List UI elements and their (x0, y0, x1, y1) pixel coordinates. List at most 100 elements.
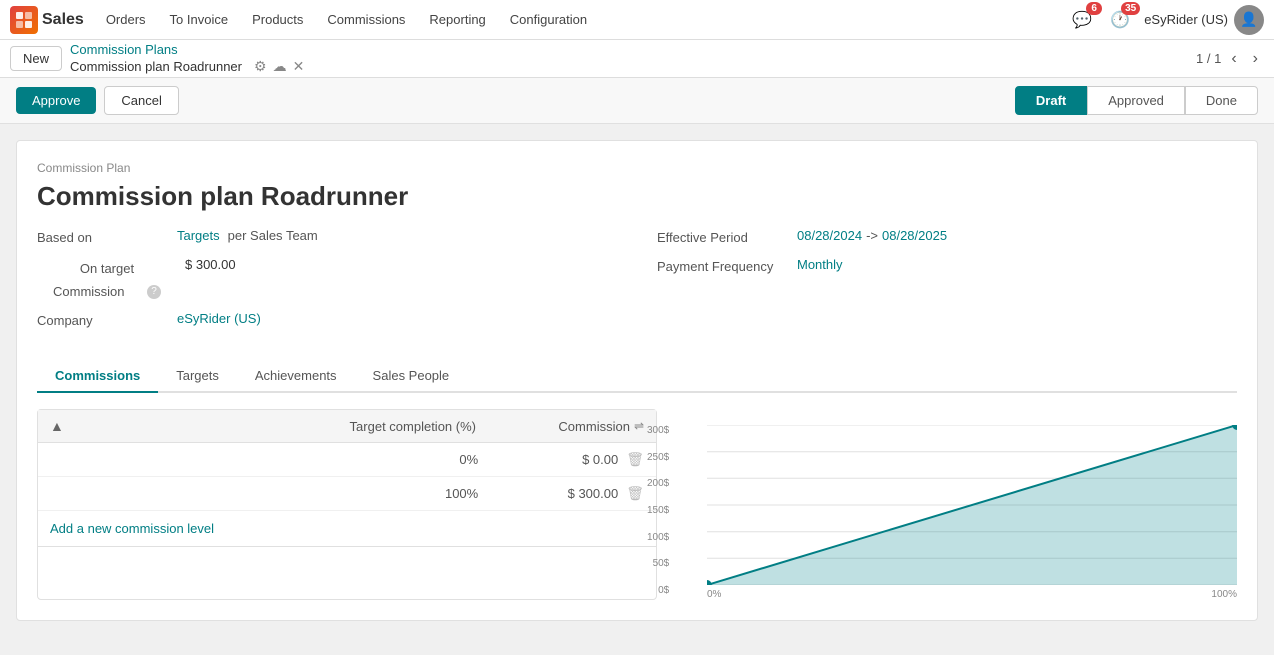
on-target-commission-field: On target Commission? $ 300.00 (37, 257, 617, 299)
payment-freq-label: Payment Frequency (657, 257, 797, 274)
section-label: Commission Plan (37, 161, 1237, 175)
tab-content: ▲ Target completion (%) Commission ⇌ 0% … (37, 393, 1237, 600)
form-grid: Based on Targets per Sales Team On targe… (37, 228, 1237, 340)
next-page-button[interactable]: › (1247, 48, 1264, 70)
based-on-value[interactable]: Targets (177, 228, 220, 243)
col-target-header: Target completion (%) (72, 419, 516, 434)
form-left: Based on Targets per Sales Team On targe… (37, 228, 617, 340)
arrow: -> (866, 228, 878, 243)
on-target-label: On target (80, 259, 134, 276)
nav-orders[interactable]: Orders (96, 8, 156, 31)
table-row: 0% $ 0.00 🗑 (38, 443, 656, 477)
nav-configuration[interactable]: Configuration (500, 8, 597, 31)
plan-title: Commission plan Roadrunner (37, 181, 1237, 212)
nav-products[interactable]: Products (242, 8, 313, 31)
x-label-0: 0% (707, 589, 721, 600)
tabs: Commissions Targets Achievements Sales P… (37, 360, 1237, 393)
chart-x-labels: 0% 100% (707, 589, 1237, 600)
tab-commissions[interactable]: Commissions (37, 360, 158, 393)
effective-end[interactable]: 08/28/2025 (882, 228, 947, 243)
company-value[interactable]: eSyRider (US) (177, 311, 261, 326)
user-menu[interactable]: eSyRider (US) 👤 (1144, 5, 1264, 35)
app-logo[interactable]: Sales (10, 6, 84, 34)
row-0-pct: 0% (50, 452, 518, 467)
nav-to-invoice[interactable]: To Invoice (160, 8, 239, 31)
tab-targets[interactable]: Targets (158, 360, 237, 393)
row-1-pct: 100% (50, 486, 518, 501)
row-0-commission: $ 0.00 (518, 452, 618, 467)
commission-sub-label: Commission (53, 284, 143, 299)
effective-period-field: Effective Period 08/28/2024 -> 08/28/202… (657, 228, 1237, 245)
status-approved[interactable]: Approved (1087, 86, 1185, 115)
sort-icon[interactable]: ⇌ (634, 419, 644, 433)
on-target-label-wrap: On target Commission? (37, 257, 177, 299)
close-icon[interactable]: ✕ (293, 58, 305, 75)
prev-page-button[interactable]: ‹ (1225, 48, 1242, 70)
effective-start[interactable]: 08/28/2024 (797, 228, 862, 243)
chart-y-labels: 0$ 50$ 100$ 150$ 200$ 250$ 300$ (647, 425, 669, 600)
y-label-150: 150$ (647, 505, 669, 516)
form-right: Effective Period 08/28/2024 -> 08/28/202… (657, 228, 1237, 340)
y-label-0: 0$ (647, 585, 669, 596)
based-on-field: Based on Targets per Sales Team (37, 228, 617, 245)
page-info: 1 / 1 (1196, 51, 1221, 66)
table-header: ▲ Target completion (%) Commission ⇌ (38, 410, 656, 443)
help-icon[interactable]: ? (147, 285, 161, 299)
breadcrumb-actions: ⚙ ☁ ✕ (254, 58, 304, 75)
col-commission-header: Commission ⇌ (524, 419, 644, 434)
company-label: Company (37, 311, 177, 328)
top-nav: Sales Orders To Invoice Products Commiss… (0, 0, 1274, 40)
breadcrumb-current: Commission plan Roadrunner (70, 59, 242, 74)
app-name: Sales (42, 11, 84, 29)
logo-icon (10, 6, 38, 34)
row-1-delete[interactable]: 🗑 (626, 485, 644, 502)
message-count: 6 (1086, 2, 1102, 15)
table-row: 100% $ 300.00 🗑 (38, 477, 656, 511)
activity-count: 35 (1121, 2, 1140, 15)
message-notification[interactable]: 💬 6 (1068, 6, 1096, 34)
main-content: Commission Plan Commission plan Roadrunn… (16, 140, 1258, 621)
new-button[interactable]: New (10, 46, 62, 71)
breadcrumb-bar: New Commission Plans Commission plan Roa… (0, 40, 1274, 78)
commissions-table: ▲ Target completion (%) Commission ⇌ 0% … (37, 409, 657, 600)
y-label-300: 300$ (647, 425, 669, 436)
nav-commissions[interactable]: Commissions (317, 8, 415, 31)
status-draft[interactable]: Draft (1015, 86, 1087, 115)
add-commission-level-link[interactable]: Add a new commission level (38, 511, 656, 546)
chart-section: 0$ 50$ 100$ 150$ 200$ 250$ 300$ (677, 409, 1237, 600)
activity-notification[interactable]: 🕐 35 (1106, 6, 1134, 34)
y-label-200: 200$ (647, 478, 669, 489)
cancel-button[interactable]: Cancel (104, 86, 178, 115)
user-name: eSyRider (US) (1144, 12, 1228, 27)
chart-svg (707, 425, 1237, 585)
chart-area (707, 425, 1237, 585)
collapse-icon[interactable]: ▲ (50, 418, 64, 434)
status-bar: Draft Approved Done (1015, 86, 1258, 115)
tab-sales-people[interactable]: Sales People (355, 360, 468, 393)
status-done[interactable]: Done (1185, 86, 1258, 115)
nav-right: 💬 6 🕐 35 eSyRider (US) 👤 (1068, 5, 1264, 35)
row-1-commission: $ 300.00 (518, 486, 618, 501)
tab-achievements[interactable]: Achievements (237, 360, 355, 393)
approve-button[interactable]: Approve (16, 87, 96, 114)
effective-period-label: Effective Period (657, 228, 797, 245)
settings-icon[interactable]: ⚙ (254, 58, 267, 75)
based-on-per: per Sales Team (228, 228, 318, 243)
payment-freq-value[interactable]: Monthly (797, 257, 843, 272)
empty-row (38, 546, 656, 586)
y-label-100: 100$ (647, 532, 669, 543)
action-bar: Approve Cancel Draft Approved Done (0, 78, 1274, 124)
payment-freq-field: Payment Frequency Monthly (657, 257, 1237, 274)
user-avatar: 👤 (1234, 5, 1264, 35)
based-on-label: Based on (37, 228, 177, 245)
y-label-50: 50$ (647, 558, 669, 569)
cloud-icon[interactable]: ☁ (273, 58, 287, 75)
pagination: 1 / 1 ‹ › (1196, 48, 1264, 70)
y-label-250: 250$ (647, 452, 669, 463)
breadcrumb-parent[interactable]: Commission Plans (70, 42, 304, 57)
company-field: Company eSyRider (US) (37, 311, 617, 328)
x-label-100: 100% (1211, 589, 1237, 600)
row-0-delete[interactable]: 🗑 (626, 451, 644, 468)
nav-reporting[interactable]: Reporting (419, 8, 495, 31)
commission-value: $ 300.00 (185, 257, 236, 272)
